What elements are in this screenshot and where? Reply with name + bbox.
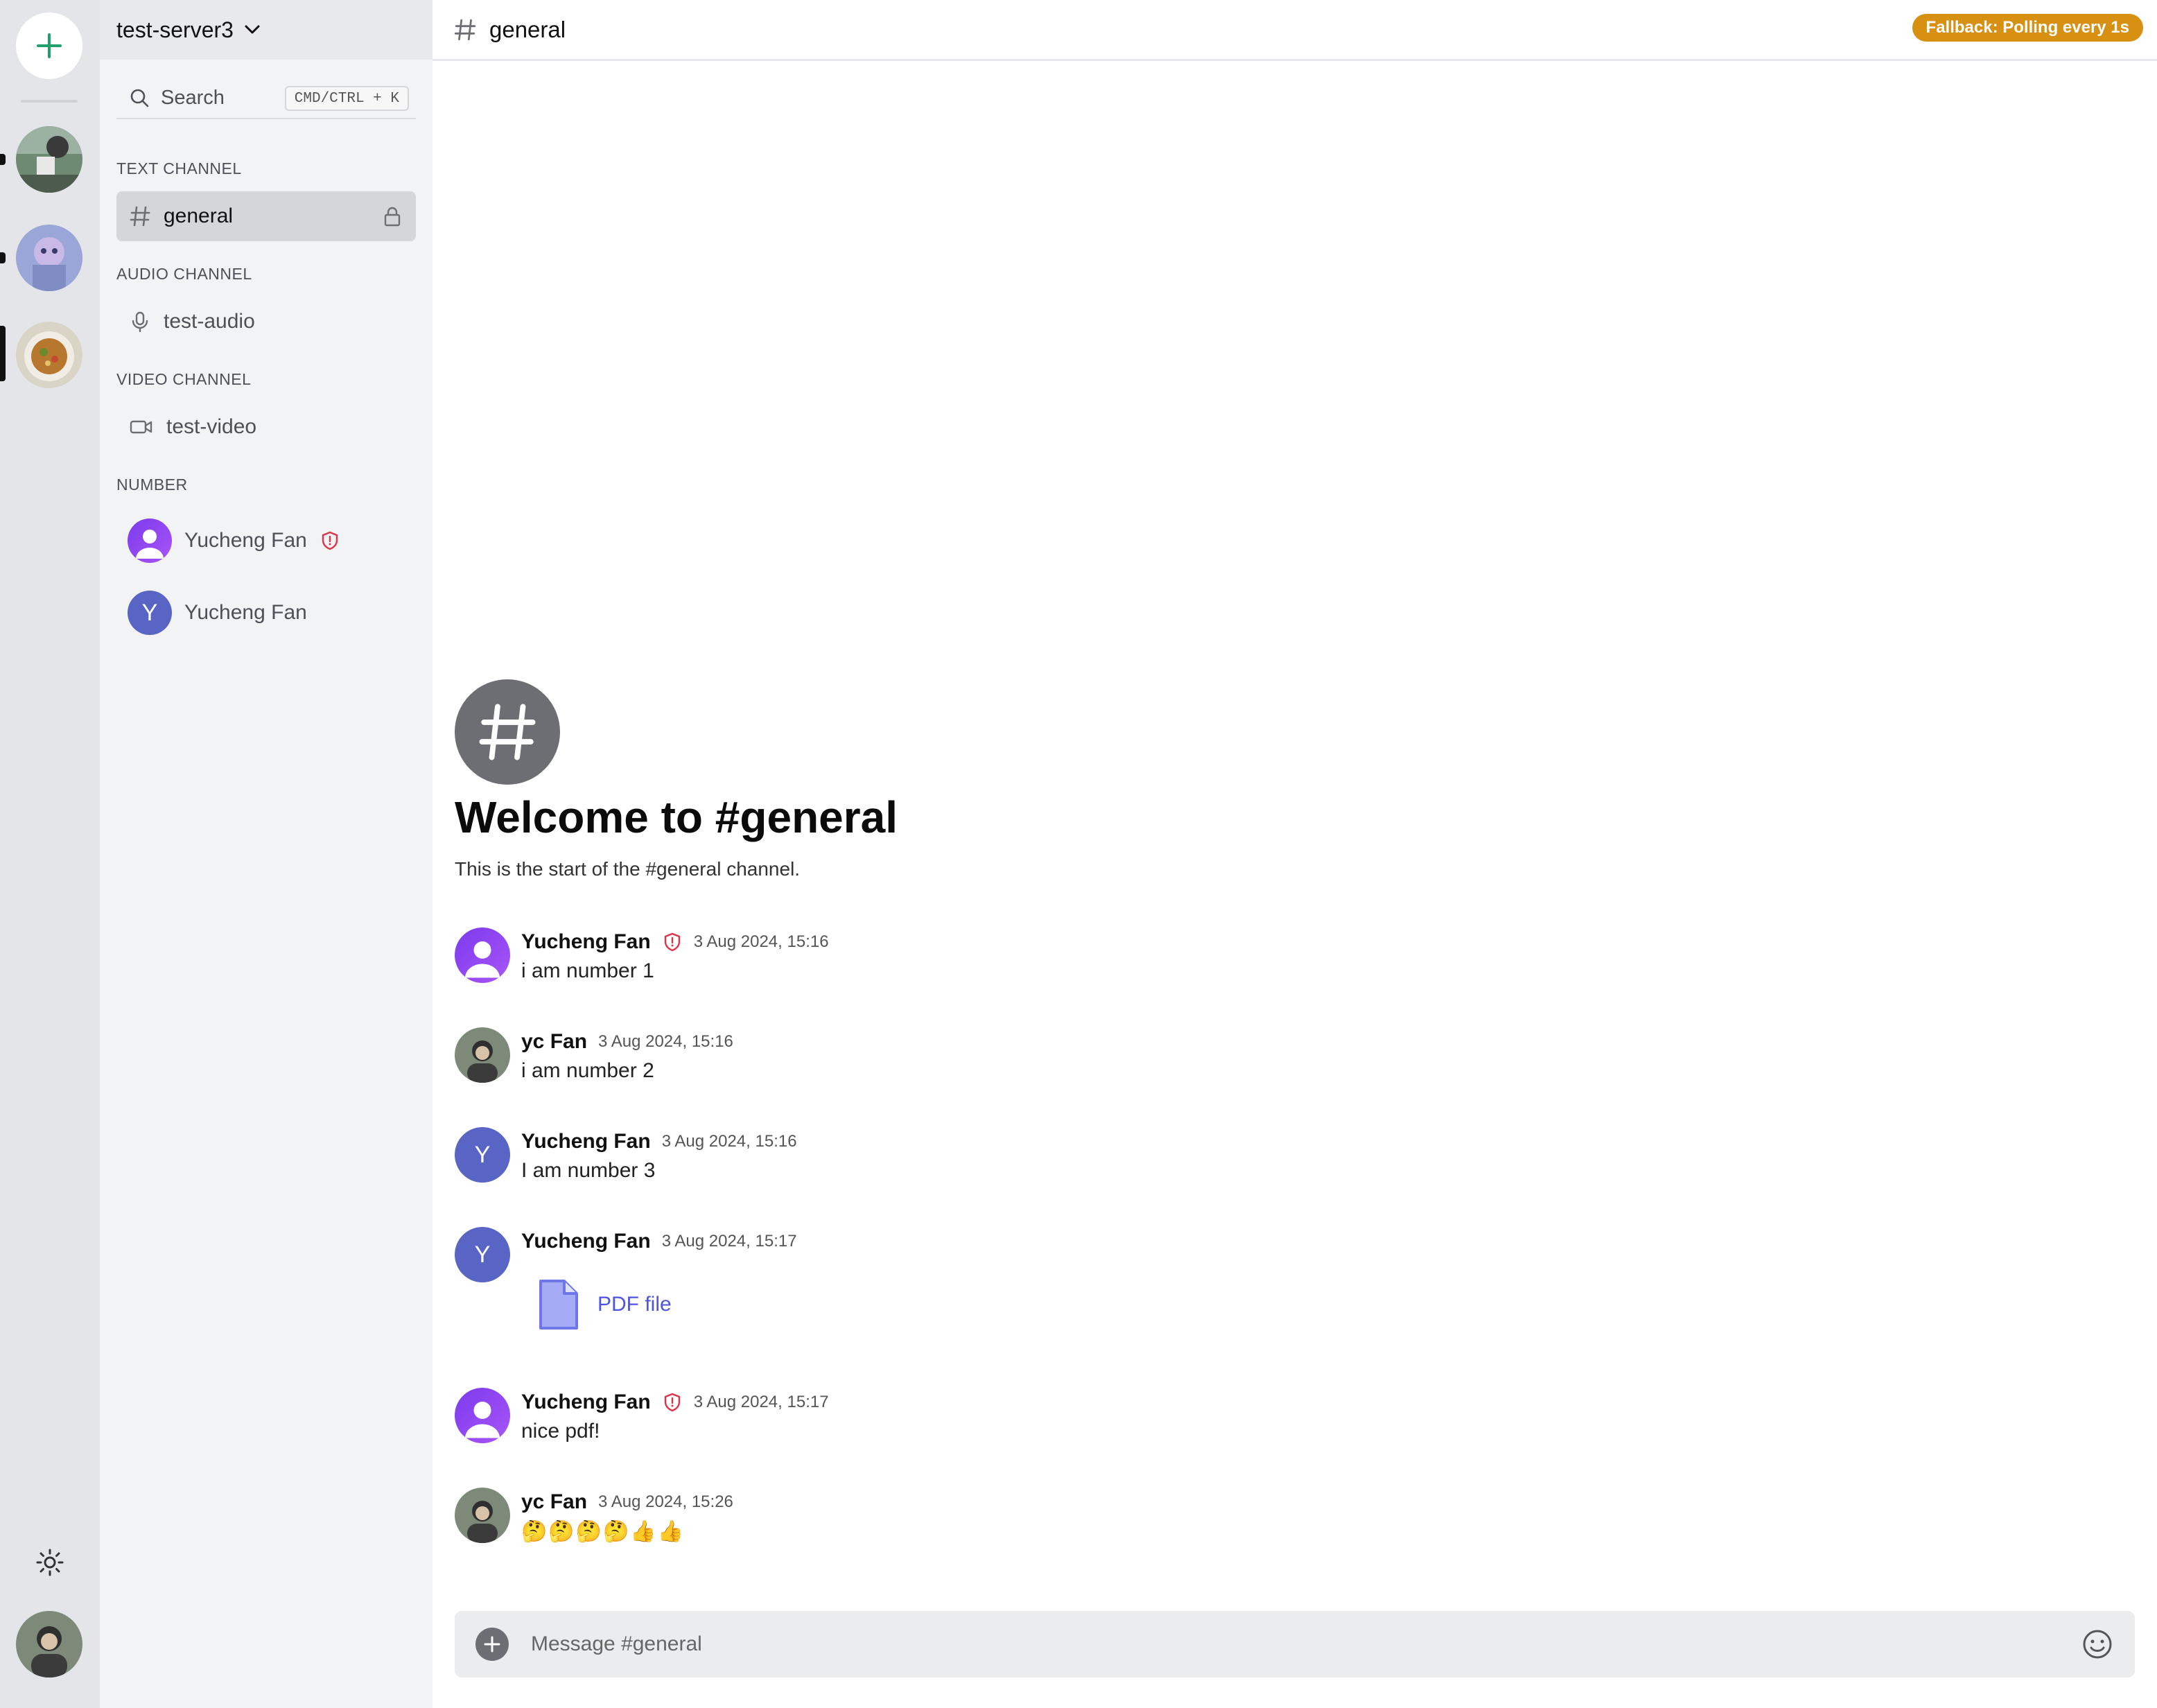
user-silhouette-icon bbox=[465, 1402, 500, 1438]
avatar[interactable]: Y bbox=[455, 1227, 510, 1282]
message-text: I am number 3 bbox=[521, 1159, 656, 1182]
message-author[interactable]: yc Fan bbox=[521, 1030, 587, 1054]
message-author[interactable]: Yucheng Fan bbox=[521, 1130, 651, 1153]
chat-panel: general Fallback: Polling every 1s Welco… bbox=[433, 0, 2157, 1708]
message-author[interactable]: Yucheng Fan bbox=[521, 1391, 651, 1414]
attachment-link[interactable]: PDF file bbox=[597, 1293, 672, 1316]
message-author[interactable]: Yucheng Fan bbox=[521, 1230, 651, 1253]
member-item[interactable]: Yucheng Fan bbox=[128, 516, 419, 566]
channel-general[interactable]: general bbox=[116, 191, 416, 241]
admin-shield-icon bbox=[664, 932, 680, 952]
channel-hash-avatar bbox=[455, 679, 560, 785]
plus-icon bbox=[37, 33, 62, 58]
lock-icon bbox=[384, 207, 401, 227]
section-text-channels: TEXT CHANNEL bbox=[116, 159, 242, 177]
search-button[interactable]: Search CMD/CTRL + K bbox=[116, 78, 416, 119]
user-silhouette-icon bbox=[136, 530, 164, 559]
welcome-subtitle: This is the start of the #general channe… bbox=[455, 858, 801, 880]
avatar bbox=[128, 518, 172, 563]
admin-shield-icon bbox=[664, 1393, 680, 1412]
message-timestamp: 3 Aug 2024, 15:17 bbox=[661, 1232, 797, 1250]
admin-shield-icon bbox=[322, 531, 338, 550]
member-name: Yucheng Fan bbox=[184, 601, 307, 624]
sun-icon bbox=[36, 1549, 64, 1576]
avatar-initial: Y bbox=[474, 1141, 491, 1168]
server-menu-button[interactable]: test-server3 bbox=[100, 0, 433, 60]
message-input[interactable]: Message #general bbox=[531, 1632, 702, 1656]
emoji-picker-icon[interactable] bbox=[2081, 1628, 2114, 1661]
channel-label: test-audio bbox=[164, 310, 255, 333]
file-icon bbox=[539, 1280, 578, 1330]
channel-label: general bbox=[164, 204, 234, 227]
channel-label: test-video bbox=[166, 415, 257, 438]
search-label: Search bbox=[161, 86, 225, 109]
message-timestamp: 3 Aug 2024, 15:16 bbox=[693, 932, 829, 951]
video-camera-icon bbox=[130, 420, 152, 434]
channel-header: general Fallback: Polling every 1s bbox=[433, 0, 2157, 61]
avatar[interactable] bbox=[455, 927, 510, 983]
message-composer: Message #general bbox=[455, 1611, 2135, 1678]
chevron-down-icon bbox=[245, 25, 260, 34]
server-indicator bbox=[0, 154, 6, 165]
plus-icon bbox=[484, 1636, 500, 1653]
server-name: test-server3 bbox=[116, 17, 234, 42]
search-shortcut: CMD/CTRL + K bbox=[284, 86, 409, 111]
member-name: Yucheng Fan bbox=[184, 529, 307, 552]
message-author[interactable]: Yucheng Fan bbox=[521, 930, 651, 954]
welcome-title: Welcome to #general bbox=[455, 792, 898, 842]
avatar[interactable]: Y bbox=[455, 1127, 510, 1183]
message-timestamp: 3 Aug 2024, 15:16 bbox=[598, 1032, 733, 1051]
message-text: i am number 2 bbox=[521, 1059, 654, 1082]
pdf-attachment[interactable]: PDF file bbox=[536, 1278, 672, 1331]
message-text: i am number 1 bbox=[521, 959, 654, 982]
message-timestamp: 3 Aug 2024, 15:26 bbox=[598, 1492, 733, 1511]
microphone-icon bbox=[132, 311, 148, 333]
connection-status-badge: Fallback: Polling every 1s bbox=[1912, 14, 2143, 42]
message-text: 🤔🤔🤔🤔👍👍 bbox=[521, 1520, 685, 1543]
section-audio-channels: AUDIO CHANNEL bbox=[116, 265, 252, 283]
avatar: Y bbox=[128, 591, 172, 635]
channel-sidebar: test-server3 Search CMD/CTRL + K TEXT CH… bbox=[100, 0, 433, 1708]
user-avatar-button[interactable] bbox=[16, 1611, 82, 1678]
server-icon-1[interactable] bbox=[16, 126, 82, 193]
add-server-button[interactable] bbox=[16, 12, 82, 79]
channel-test-video[interactable]: test-video bbox=[116, 402, 416, 452]
attach-button[interactable] bbox=[475, 1628, 509, 1661]
app-window: test-server3 Search CMD/CTRL + K TEXT CH… bbox=[0, 0, 2157, 1708]
server-icon-2[interactable] bbox=[16, 225, 82, 291]
avatar[interactable] bbox=[455, 1388, 510, 1443]
user-silhouette-icon bbox=[465, 941, 500, 978]
channel-test-audio[interactable]: test-audio bbox=[116, 297, 416, 347]
message-text: nice pdf! bbox=[521, 1420, 600, 1443]
message-author[interactable]: yc Fan bbox=[521, 1490, 587, 1514]
avatar[interactable] bbox=[455, 1027, 510, 1083]
server-rail bbox=[0, 0, 100, 1708]
channel-title: general bbox=[489, 16, 566, 42]
server-indicator bbox=[0, 252, 6, 263]
message-timestamp: 3 Aug 2024, 15:16 bbox=[661, 1132, 797, 1151]
hash-icon bbox=[454, 19, 476, 40]
message-timestamp: 3 Aug 2024, 15:17 bbox=[693, 1393, 829, 1411]
section-video-channels: VIDEO CHANNEL bbox=[116, 370, 252, 388]
avatar-initial: Y bbox=[474, 1241, 491, 1268]
avatar-initial: Y bbox=[141, 599, 158, 626]
member-item[interactable]: Y Yucheng Fan bbox=[128, 588, 419, 638]
hash-icon bbox=[479, 704, 536, 760]
theme-toggle-button[interactable] bbox=[33, 1546, 67, 1579]
section-members: NUMBER bbox=[116, 476, 188, 494]
server-icon-3[interactable] bbox=[16, 322, 82, 388]
rail-divider bbox=[21, 100, 78, 103]
active-server-indicator bbox=[0, 326, 6, 381]
search-icon bbox=[130, 89, 149, 107]
avatar[interactable] bbox=[455, 1488, 510, 1543]
hash-icon bbox=[130, 206, 150, 227]
